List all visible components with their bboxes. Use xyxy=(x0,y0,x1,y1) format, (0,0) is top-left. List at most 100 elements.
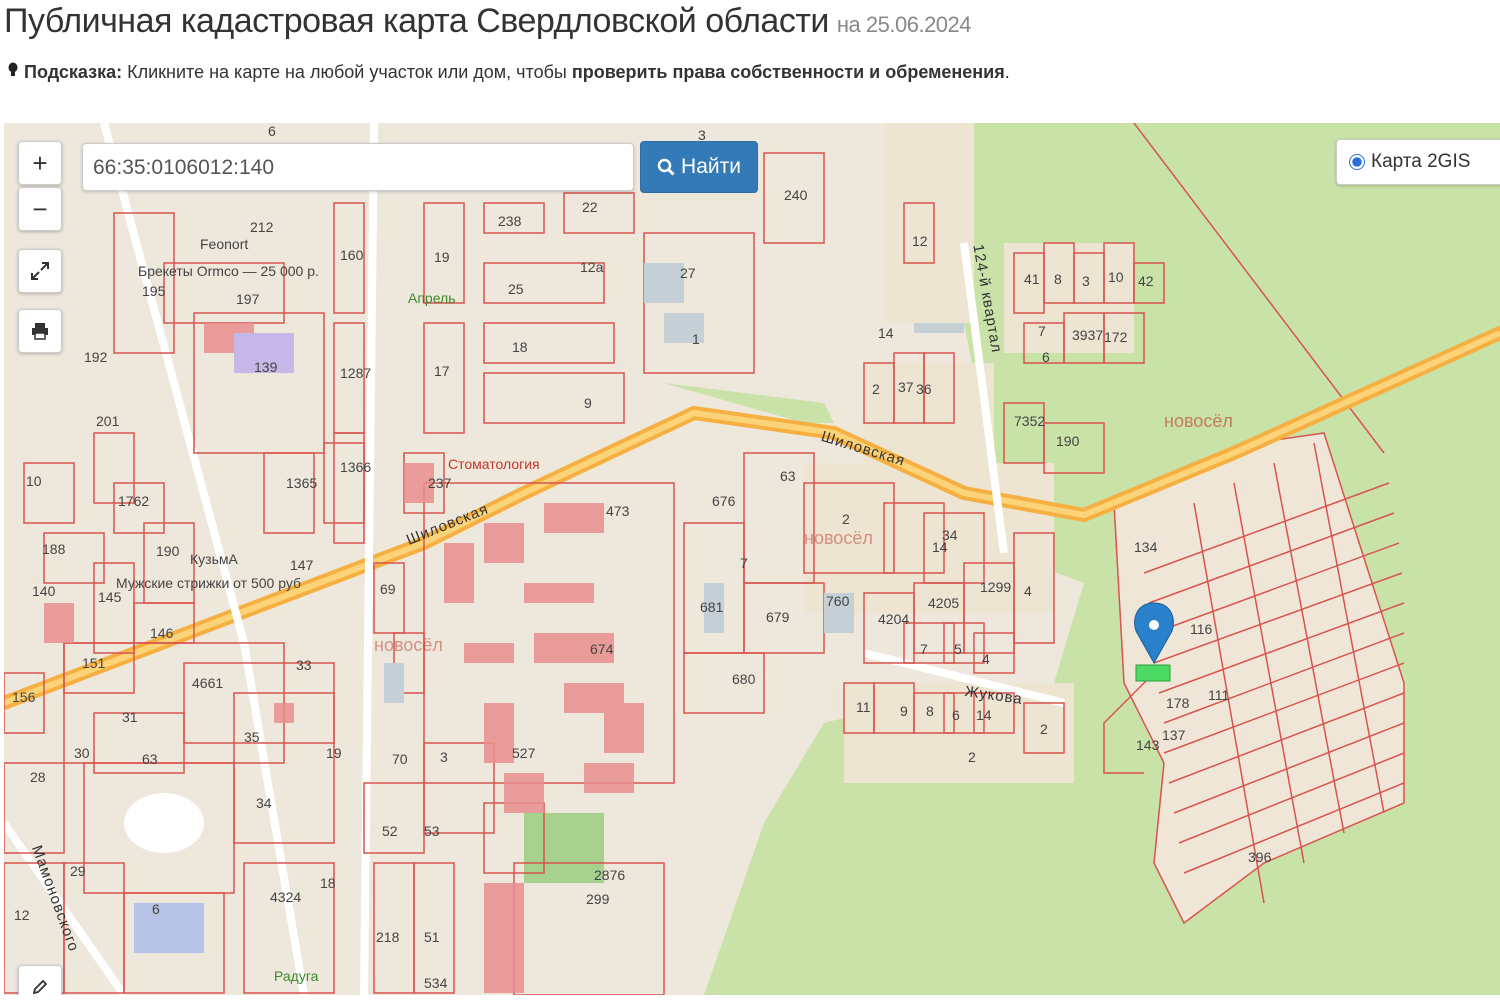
parcel-number: 1762 xyxy=(118,493,150,509)
parcel-number: 6 xyxy=(152,901,160,917)
parcel-number: 147 xyxy=(290,557,314,573)
search-button-label: Найти xyxy=(681,155,741,178)
search-button[interactable]: Найти xyxy=(640,141,758,193)
parcel-number: 1366 xyxy=(340,459,372,475)
parcel-number: 1365 xyxy=(286,475,318,491)
selected-parcel[interactable] xyxy=(1135,664,1171,682)
zoom-in-button[interactable]: + xyxy=(18,141,62,185)
parcel-number: 22 xyxy=(582,199,598,215)
parcel-number: 37 xyxy=(898,379,914,395)
parcel-number: 10 xyxy=(26,473,42,489)
parcel-number: 30 xyxy=(74,745,90,761)
parcel-number: 145 xyxy=(98,589,122,605)
parcel-number: 3 xyxy=(440,749,448,765)
parcel-number: 12а xyxy=(580,259,604,275)
layer-radio[interactable] xyxy=(1349,154,1365,170)
search-icon xyxy=(657,158,675,176)
poi-label: Апрель xyxy=(408,290,456,306)
parcel-number: 3 xyxy=(1082,273,1090,289)
stadium-field xyxy=(124,793,204,853)
parcel-number: 143 xyxy=(1136,737,1160,753)
parcel-number: 299 xyxy=(586,891,610,907)
zoom-out-button[interactable]: − xyxy=(18,187,62,231)
parcel-number: 178 xyxy=(1166,695,1190,711)
pencil-icon xyxy=(32,979,48,995)
parcel-number: 137 xyxy=(1162,727,1186,743)
cadastral-map[interactable]: Шиловская Шиловская Жукова 124-й квартал… xyxy=(4,123,1500,995)
fullscreen-button[interactable] xyxy=(18,249,62,293)
parcel-number: 63 xyxy=(780,468,796,484)
layer-label: Карта 2GIS xyxy=(1371,151,1471,172)
parcel-number: 9 xyxy=(900,703,908,719)
parcel-number: 4 xyxy=(1024,583,1032,599)
parcel-number: 17 xyxy=(434,363,450,379)
parcel-number: 4204 xyxy=(878,611,910,627)
parcel-number: 140 xyxy=(32,583,56,599)
parcel-number: 51 xyxy=(424,929,440,945)
layer-switch-2gis[interactable]: Карта 2GIS xyxy=(1336,139,1500,185)
watermark-label: новосёл xyxy=(374,635,443,655)
poi-label: КузьмА xyxy=(190,551,238,567)
parcel-number: 240 xyxy=(784,187,808,203)
parcel-number: 12 xyxy=(14,907,30,923)
poi-label: Feonort xyxy=(200,236,249,252)
parcel-number: 2 xyxy=(872,381,880,397)
parcel-number: 10 xyxy=(1108,269,1124,285)
parcel-number: 69 xyxy=(380,581,396,597)
parcel-number: 396 xyxy=(1248,849,1272,865)
parcel-number: 146 xyxy=(150,625,174,641)
page-title-text: Публичная кадастровая карта Свердловской… xyxy=(4,2,829,40)
parcel-number: 29 xyxy=(70,863,86,879)
parcel-number: 4205 xyxy=(928,595,960,611)
parcel-number: 473 xyxy=(606,503,630,519)
parcel-number: 1 xyxy=(692,331,700,347)
parcel-number: 238 xyxy=(498,213,522,229)
print-icon xyxy=(32,323,48,340)
hint-prefix: Подсказка: xyxy=(24,62,123,82)
parcel-number: 7 xyxy=(1038,323,1046,339)
parcel-number: 2 xyxy=(968,749,976,765)
parcel-number: 1287 xyxy=(340,365,372,381)
parcel-number: 28 xyxy=(30,769,46,785)
parcel-number: 14 xyxy=(976,707,992,723)
parcel-number: 70 xyxy=(392,751,408,767)
parcel-number: 111 xyxy=(1208,687,1230,703)
parcel-number: 33 xyxy=(296,657,312,673)
poi-label: Мужские стрижки от 500 руб xyxy=(116,575,302,591)
parcel-number: 6 xyxy=(268,123,276,139)
parcel-number: 7352 xyxy=(1014,413,1046,429)
parcel-number: 18 xyxy=(512,339,528,355)
parcel-number: 681 xyxy=(700,599,724,615)
fullscreen-icon xyxy=(31,262,49,280)
parcel-number: 674 xyxy=(590,641,614,657)
parcel-number: 134 xyxy=(1134,539,1158,555)
parcel-number: 19 xyxy=(326,745,342,761)
parcel-number: 27 xyxy=(680,265,696,281)
hint-line: Подсказка: Кликните на карте на любой уч… xyxy=(8,62,1010,83)
parcel-number: 527 xyxy=(512,745,536,761)
parcel-number: 5 xyxy=(954,641,962,657)
parcel-number: 7 xyxy=(740,555,748,571)
parcel-number: 18 xyxy=(320,875,336,891)
parcel-number: 41 xyxy=(1024,271,1040,287)
parcel-number: 192 xyxy=(84,349,108,365)
parcel-number: 36 xyxy=(916,381,932,397)
watermark-label: новосёл xyxy=(1164,411,1233,431)
parcel-number: 63 xyxy=(142,751,158,767)
parcel-number: 11 xyxy=(856,699,871,715)
parcel-number: 237 xyxy=(428,475,452,491)
parcel-number: 7 xyxy=(920,641,928,657)
parcel-number: 151 xyxy=(82,655,106,671)
parcel-number: 25 xyxy=(508,281,524,297)
parcel-number: 212 xyxy=(250,219,274,235)
edit-button[interactable] xyxy=(18,965,62,995)
print-button[interactable] xyxy=(18,309,62,353)
cadastral-number-input[interactable]: 66:35:0106012:140 xyxy=(82,143,634,191)
parcel-number: 201 xyxy=(96,413,120,429)
page-title-date: на 25.06.2024 xyxy=(836,12,972,37)
parcel-number: 190 xyxy=(156,543,180,559)
parcel-number: 156 xyxy=(12,689,36,705)
parcel-number: 534 xyxy=(424,975,448,991)
parcel-number: 188 xyxy=(42,541,66,557)
parcel-number: 4 xyxy=(982,651,990,667)
